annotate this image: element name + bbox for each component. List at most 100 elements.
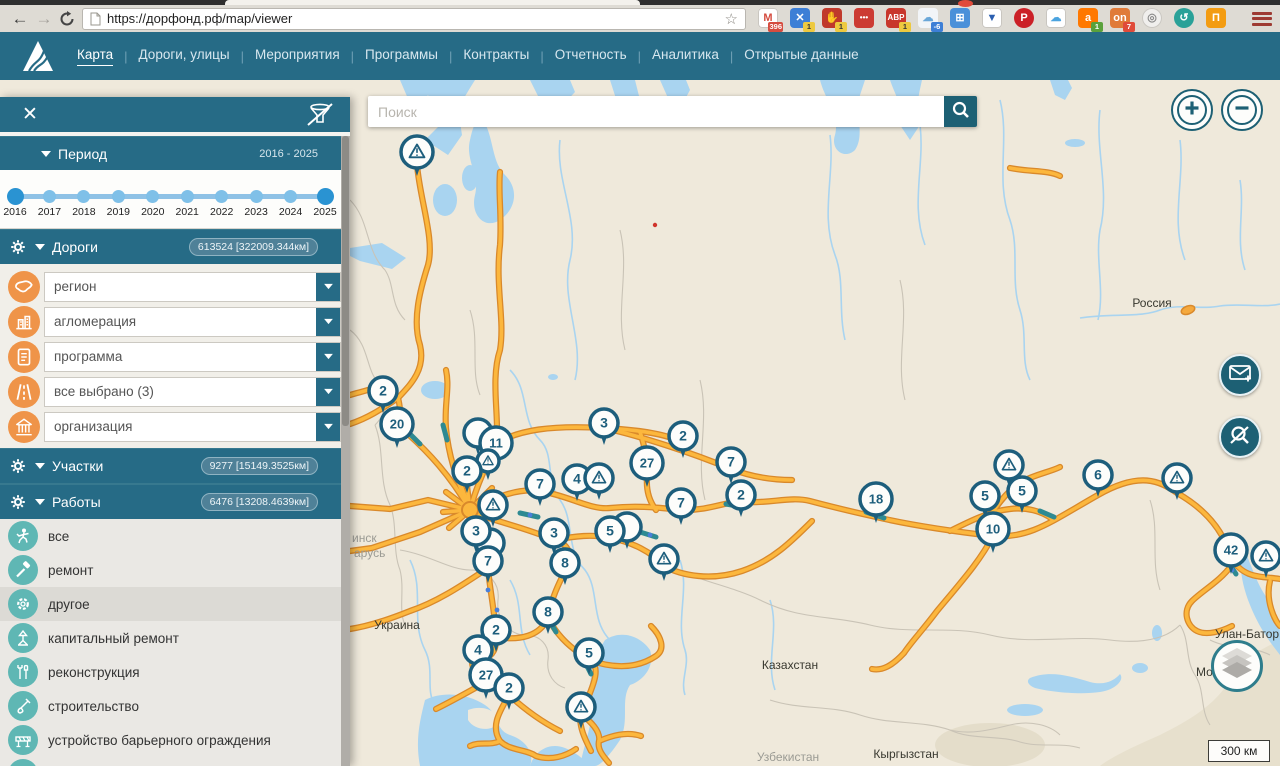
pinterest-extension-icon[interactable]: P	[1014, 8, 1036, 30]
scrollbar-thumb[interactable]	[342, 136, 349, 426]
works-count-badge: 6476 [13208.4639км]	[201, 493, 318, 511]
svg-text:2: 2	[679, 428, 687, 444]
year-handle-2017[interactable]	[43, 190, 56, 203]
nav-item-5[interactable]: Контракты	[463, 47, 529, 65]
year-handle-2024[interactable]	[284, 190, 297, 203]
back-icon[interactable]: ←	[8, 9, 32, 29]
weather-extension-icon[interactable]: ☁-6	[918, 8, 940, 30]
year-handle-2018[interactable]	[77, 190, 90, 203]
chevron-down-icon[interactable]	[316, 343, 340, 371]
work-type-label: ремонт	[48, 563, 93, 578]
section-works[interactable]: Работы 6476 [13208.4639км]	[0, 484, 350, 519]
nav-item-3[interactable]: Мероприятия	[255, 47, 340, 65]
adblock-plus-extension-icon[interactable]: ABP1	[886, 8, 908, 30]
chevron-down-icon[interactable]	[316, 273, 340, 301]
map-label-Узбекистан: Узбекистан	[757, 750, 819, 764]
sidebar-header: ✕	[0, 97, 350, 132]
svg-text:2: 2	[379, 383, 387, 399]
work-type-partial[interactable]	[0, 757, 350, 766]
map-label-Казахстан: Казахстан	[762, 658, 818, 672]
web-services-extension-icon[interactable]: ⊞	[950, 8, 972, 30]
nav-item-2[interactable]: Дороги, улицы	[139, 47, 230, 65]
disable-search-button[interactable]	[1219, 416, 1261, 458]
gmail-extension-icon[interactable]: M396	[758, 8, 780, 30]
year-label: 2020	[141, 206, 164, 218]
password-manager-extension-icon[interactable]: •••	[854, 8, 876, 30]
year-handle-2023[interactable]	[250, 190, 263, 203]
zoom-in-button[interactable]	[1171, 89, 1213, 131]
agglomeration-select[interactable]: агломерация	[44, 307, 341, 337]
year-handle-2021[interactable]	[181, 190, 194, 203]
year-handle-2016[interactable]	[7, 188, 24, 205]
jack-icon	[8, 623, 38, 653]
road-class-select[interactable]: все выбрано (3)	[44, 377, 341, 407]
year-handle-2025[interactable]	[317, 188, 334, 205]
sidebar-scrollbar[interactable]	[341, 136, 350, 766]
yandex-maps-extension-icon[interactable]: ▼	[982, 8, 1004, 30]
section-roads[interactable]: Дороги 613524 [322009.344км]	[0, 229, 350, 264]
work-type-all[interactable]: все	[0, 519, 350, 553]
work-type-capital-repair[interactable]: капитальный ремонт	[0, 621, 350, 655]
gear-circle-icon	[8, 589, 38, 619]
program-select[interactable]: программа	[44, 342, 341, 372]
drop-app-extension-icon[interactable]: ◎	[1142, 8, 1164, 30]
nav-item-8[interactable]: Открытые данные	[744, 47, 858, 65]
year-label: 2024	[279, 206, 302, 218]
close-icon[interactable]: ✕	[22, 105, 38, 124]
period-slider[interactable]: 2016201720182019202020212022202320242025	[0, 170, 350, 229]
browser-menu-icon[interactable]	[1252, 12, 1272, 26]
blue-bird-extension-icon[interactable]: ☁	[1046, 8, 1068, 30]
address-bar[interactable]: https://дорфонд.рф/map/viewer ☆	[82, 8, 746, 30]
barrier-icon	[8, 725, 38, 755]
nav-separator: |	[351, 49, 354, 64]
orange-app-extension-icon[interactable]: П	[1206, 8, 1228, 30]
translate-extension-icon[interactable]: ✕1	[790, 8, 812, 30]
feedback-button[interactable]	[1219, 354, 1261, 396]
organization-select[interactable]: организация	[44, 412, 341, 442]
year-label: 2019	[107, 206, 130, 218]
antivirus-extension-icon[interactable]: a1	[1078, 8, 1100, 30]
search-button[interactable]	[944, 96, 977, 127]
svg-text:7: 7	[677, 495, 685, 511]
year-handle-2022[interactable]	[215, 190, 228, 203]
nav-item-1[interactable]: Карта	[77, 47, 113, 66]
gear-icon[interactable]	[10, 494, 26, 510]
nav-item-4[interactable]: Программы	[365, 47, 438, 65]
chevron-down-icon[interactable]	[316, 308, 340, 336]
work-type-other[interactable]: другое	[0, 587, 350, 621]
map-label-инск: инск	[352, 531, 377, 545]
chevron-down-icon[interactable]	[316, 413, 340, 441]
work-type-construction[interactable]: строительство	[0, 689, 350, 723]
chevron-down-icon[interactable]	[316, 378, 340, 406]
work-type-label: другое	[48, 597, 90, 612]
reload-icon[interactable]	[56, 11, 78, 27]
layers-button[interactable]	[1211, 640, 1263, 692]
year-handle-2020[interactable]	[146, 190, 159, 203]
nav-item-7[interactable]: Аналитика	[652, 47, 719, 65]
sync-extension-icon[interactable]: ↺	[1174, 8, 1196, 30]
site-logo-icon[interactable]	[20, 38, 56, 74]
nav-item-6[interactable]: Отчетность	[555, 47, 627, 65]
region-select[interactable]: регион	[44, 272, 341, 302]
year-handle-2019[interactable]	[112, 190, 125, 203]
svg-text:20: 20	[390, 417, 404, 432]
work-type-reconstruction[interactable]: реконструкция	[0, 655, 350, 689]
stop-hand-extension-icon[interactable]: ✋1	[822, 8, 844, 30]
forward-icon[interactable]: →	[32, 9, 56, 29]
zoom-out-button[interactable]	[1221, 89, 1263, 131]
work-type-label: реконструкция	[48, 665, 140, 680]
section-road-sections[interactable]: Участки 9277 [15149.3525км]	[0, 448, 350, 483]
section-period[interactable]: Период 2016 - 2025	[0, 136, 350, 170]
onenote-clipper-extension-icon[interactable]: on7	[1110, 8, 1132, 30]
work-type-barrier-installation[interactable]: устройство барьерного ограждения	[0, 723, 350, 757]
work-type-icon	[8, 759, 38, 766]
search-input[interactable]	[368, 96, 944, 127]
bookmark-star-icon[interactable]: ☆	[725, 10, 738, 28]
slider-track[interactable]	[15, 194, 325, 199]
gear-icon[interactable]	[10, 458, 26, 474]
svg-text:2: 2	[463, 463, 471, 479]
gear-icon[interactable]	[10, 239, 26, 255]
work-type-repair[interactable]: ремонт	[0, 553, 350, 587]
road-filters: регион агломерация программа все выбрано (3…	[0, 264, 350, 448]
funnel-slash-icon[interactable]	[304, 102, 336, 128]
